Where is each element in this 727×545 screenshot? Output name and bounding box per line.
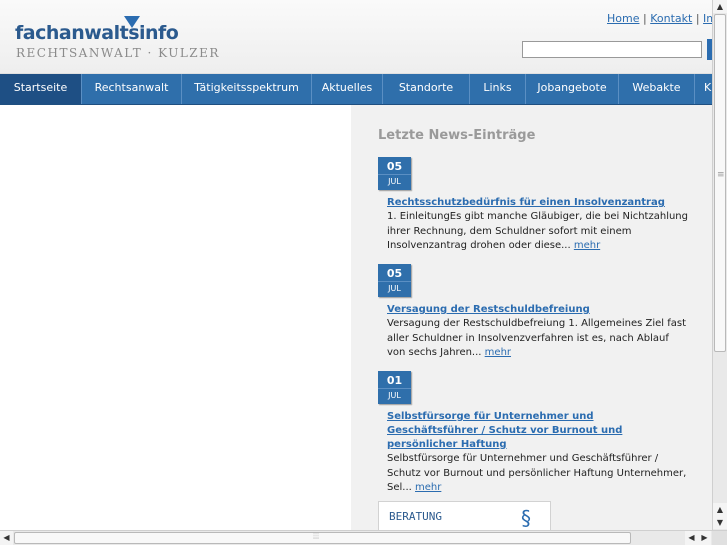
- search-input[interactable]: [522, 41, 702, 58]
- news-excerpt: Selbstfürsorge für Unternehmer und Gesch…: [387, 452, 688, 496]
- nav-item-webakte[interactable]: Webakte: [619, 74, 695, 104]
- kontakt-link[interactable]: Kontakt: [650, 12, 692, 25]
- horizontal-scroll-thumb[interactable]: ⦙⦙⦙: [14, 532, 631, 544]
- home-link[interactable]: Home: [607, 12, 639, 25]
- scroll-left-icon[interactable]: ◀: [685, 531, 698, 545]
- scroll-left-icon[interactable]: ◀: [0, 531, 13, 545]
- news-item: 01 JUL Selbstfürsorge für Unternehmer un…: [378, 371, 688, 496]
- more-link[interactable]: mehr: [574, 240, 600, 251]
- beratung-label: BERATUNG: [389, 510, 442, 523]
- scroll-down-icon[interactable]: ▼: [713, 516, 727, 529]
- more-link[interactable]: mehr: [485, 347, 511, 358]
- nav-item-kontakt[interactable]: K: [695, 74, 712, 104]
- site-subtitle: RECHTSANWALT · KULZER: [16, 46, 220, 60]
- date-day: 01: [386, 374, 403, 387]
- nav-item-aktuelles[interactable]: Aktuelles: [312, 74, 383, 104]
- news-item: 05 JUL Versagung der Restschuldbefreiung…: [378, 264, 688, 361]
- nav-item-rechtsanwalt[interactable]: Rechtsanwalt: [82, 74, 182, 104]
- date-badge: 05 JUL: [378, 157, 411, 190]
- news-excerpt-text: 1. EinleitungEs gibt manche Gläubiger, d…: [387, 211, 688, 251]
- more-link[interactable]: mehr: [415, 482, 441, 493]
- nav-item-links[interactable]: Links: [470, 74, 526, 104]
- date-day: 05: [386, 267, 403, 280]
- nav-item-taetigkeitsspektrum[interactable]: Tätigkeitsspektrum: [182, 74, 312, 104]
- beratung-box[interactable]: BERATUNG §: [378, 501, 551, 530]
- nav-item-startseite[interactable]: Startseite: [0, 74, 82, 104]
- page-viewport: fachanwaltsinfo RECHTSANWALT · KULZER Ho…: [0, 0, 712, 530]
- date-badge: 05 JUL: [378, 264, 411, 297]
- scroll-up-icon[interactable]: ▲: [713, 0, 727, 13]
- date-month: JUL: [378, 281, 411, 293]
- news-title-link[interactable]: Selbstfürsorge für Unternehmer und Gesch…: [387, 410, 688, 452]
- grip-icon: ⦙⦙⦙: [313, 532, 320, 542]
- site-header: fachanwaltsinfo RECHTSANWALT · KULZER Ho…: [0, 0, 712, 74]
- link-separator: |: [642, 12, 647, 25]
- site-logo[interactable]: fachanwaltsinfo: [15, 22, 179, 44]
- news-excerpt: Versagung der Restschuldbefreiung 1. All…: [387, 317, 688, 361]
- news-excerpt-text: Versagung der Restschuldbefreiung 1. All…: [387, 318, 687, 358]
- news-title-link[interactable]: Versagung der Restschuldbefreiung: [387, 303, 688, 317]
- horizontal-scrollbar[interactable]: ◀ ⦙⦙⦙ ◀ ▶: [0, 530, 727, 545]
- impressum-link[interactable]: Im: [703, 12, 712, 25]
- nav-item-jobangebote[interactable]: Jobangebote: [526, 74, 619, 104]
- date-month: JUL: [378, 388, 411, 400]
- news-heading: Letzte News-Einträge: [378, 128, 536, 143]
- news-item: 05 JUL Rechtsschutzbedürfnis für einen I…: [378, 157, 688, 254]
- scroll-up-icon[interactable]: ▲: [713, 503, 727, 516]
- link-separator: |: [695, 12, 700, 25]
- date-month: JUL: [378, 174, 411, 186]
- grip-icon: ≡: [717, 170, 725, 180]
- paragraph-icon: §: [521, 506, 531, 530]
- nav-item-standorte[interactable]: Standorte: [383, 74, 470, 104]
- date-badge: 01 JUL: [378, 371, 411, 404]
- main-navigation: Startseite Rechtsanwalt Tätigkeitsspektr…: [0, 74, 712, 105]
- scrollbar-corner: [712, 531, 727, 545]
- top-links: Home | Kontakt | Im: [607, 12, 712, 25]
- vertical-scrollbar[interactable]: ▲ ≡ ▲ ▼: [712, 0, 727, 530]
- logo-triangle-icon: [124, 16, 140, 28]
- news-excerpt: 1. EinleitungEs gibt manche Gläubiger, d…: [387, 210, 688, 254]
- news-title-link[interactable]: Rechtsschutzbedürfnis für einen Insolven…: [387, 196, 688, 210]
- date-day: 05: [386, 160, 403, 173]
- scroll-right-icon[interactable]: ▶: [698, 531, 711, 545]
- vertical-scroll-thumb[interactable]: ≡: [714, 14, 726, 352]
